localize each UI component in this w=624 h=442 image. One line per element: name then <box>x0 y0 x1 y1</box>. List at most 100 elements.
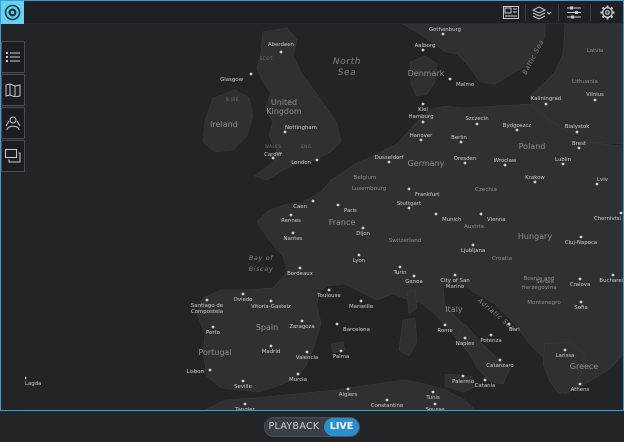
layers-button[interactable] <box>529 2 555 23</box>
city-dot <box>448 77 452 81</box>
country-label: Bosnia and <box>523 276 554 282</box>
city-dot <box>579 300 583 304</box>
city-dot <box>412 274 416 278</box>
city-dot <box>291 231 295 235</box>
city-label: Dijon <box>356 231 370 237</box>
top-toolbar <box>1 1 623 24</box>
city-dot <box>461 374 465 378</box>
city-label: Kiel <box>418 107 428 113</box>
city-label: Malmo <box>456 82 474 88</box>
logo-button[interactable] <box>1 1 24 24</box>
city-label: Chernivtsi <box>594 216 621 222</box>
target-icon <box>4 4 21 21</box>
city-dot <box>243 402 247 406</box>
country-label: France <box>329 218 356 227</box>
city-dot <box>561 162 565 166</box>
playback-button[interactable]: PLAYBACK <box>265 418 323 436</box>
city-label: London <box>291 160 311 166</box>
city-dot <box>269 344 273 348</box>
city-dot <box>298 266 302 270</box>
live-button[interactable]: LIVE <box>324 418 359 436</box>
country-label: United <box>271 98 297 107</box>
city-label: Constantine <box>371 403 404 409</box>
city-dot <box>300 319 304 323</box>
city-label: Lagda <box>25 381 41 387</box>
city-label: Rome <box>437 328 453 334</box>
city-label: Ljubljana <box>461 248 485 254</box>
city-dot <box>471 243 475 247</box>
city-dot <box>249 72 253 76</box>
city-dot <box>398 265 402 269</box>
city-dot <box>463 336 467 340</box>
city-dot <box>434 212 438 216</box>
europe-map[interactable]: NorthSea Baltic SeaBay ofBiscayAdriatic S… <box>25 24 623 410</box>
city-dot <box>575 130 579 134</box>
people-button[interactable] <box>1 107 25 139</box>
city-label: Bydgoszcz <box>503 123 532 129</box>
city-label: Bucharest <box>599 278 623 284</box>
city-label: Munich <box>442 217 461 223</box>
city-label: Frankfurt <box>415 192 439 198</box>
list-icon <box>6 52 20 62</box>
city-label: Oviedo <box>234 297 253 303</box>
city-dot <box>336 203 340 207</box>
city-label: Rennes <box>281 218 301 224</box>
city-dot <box>421 120 425 124</box>
sea-label: North <box>333 57 361 67</box>
city-dot <box>385 398 389 402</box>
city-label: Toulouse <box>316 293 341 299</box>
city-label: Szczecin <box>465 116 488 122</box>
map-view[interactable]: North Sea Baltic Sea Bay of Biscay Adriatic S… <box>25 24 623 410</box>
city-dot <box>357 253 361 257</box>
city-label: Krakow <box>525 175 545 181</box>
city-label: Catania <box>475 383 496 389</box>
app-window: North Sea Baltic Sea Bay of Biscay Adriatic S… <box>0 0 624 411</box>
list-button[interactable] <box>1 41 25 73</box>
city-label: Marseille <box>349 304 374 310</box>
city-label: Larissa <box>556 353 575 359</box>
city-dot <box>563 348 567 352</box>
bottom-bar: PLAYBACK LIVE <box>0 411 624 442</box>
settings-button[interactable] <box>594 2 620 23</box>
city-dot <box>211 325 215 329</box>
chat-button[interactable] <box>1 140 25 172</box>
city-label: Cardiff <box>264 152 282 158</box>
city-label: Tangier <box>234 407 255 410</box>
country-label: Germany <box>408 159 445 168</box>
city-label: Valencia <box>296 355 319 361</box>
map-panel-button[interactable] <box>498 2 524 23</box>
region-label: WALES <box>265 144 281 149</box>
region-label: N.IRE. <box>226 97 241 102</box>
filter-button[interactable] <box>561 2 587 23</box>
city-dot <box>339 349 343 353</box>
city-label: Kaliningrad <box>531 96 561 102</box>
layers-icon <box>532 5 552 20</box>
country-label: Hungary <box>518 232 552 241</box>
city-dot <box>279 50 283 54</box>
city-label: Vienna <box>487 217 506 223</box>
country-label: Lithuania <box>572 79 598 85</box>
country-label: Greece <box>570 362 599 371</box>
city-dot <box>359 299 363 303</box>
city-label: Cluj-Napoca <box>565 240 597 246</box>
city-label: Hamburg <box>409 114 434 120</box>
country-label: Poland <box>519 142 546 151</box>
city-dot <box>407 187 411 191</box>
city-dot <box>515 128 519 132</box>
country-label: Spain <box>256 323 278 332</box>
city-dot <box>578 277 582 281</box>
toolbar-divider <box>525 4 526 21</box>
city-dot <box>463 161 467 165</box>
city-label: Aberdeen <box>268 42 294 48</box>
region-label: SCOT. <box>260 56 274 61</box>
city-dot <box>507 322 511 326</box>
city-label: Lyon <box>353 258 365 264</box>
city-dot <box>475 122 479 126</box>
city-label: Barcelona <box>343 327 370 333</box>
city-dot <box>479 212 483 216</box>
mode-toggle[interactable]: PLAYBACK LIVE <box>264 417 360 437</box>
city-dot <box>407 206 411 210</box>
map-book-button[interactable] <box>1 74 25 106</box>
city-label: Brest <box>572 141 586 147</box>
city-dot <box>431 390 435 394</box>
